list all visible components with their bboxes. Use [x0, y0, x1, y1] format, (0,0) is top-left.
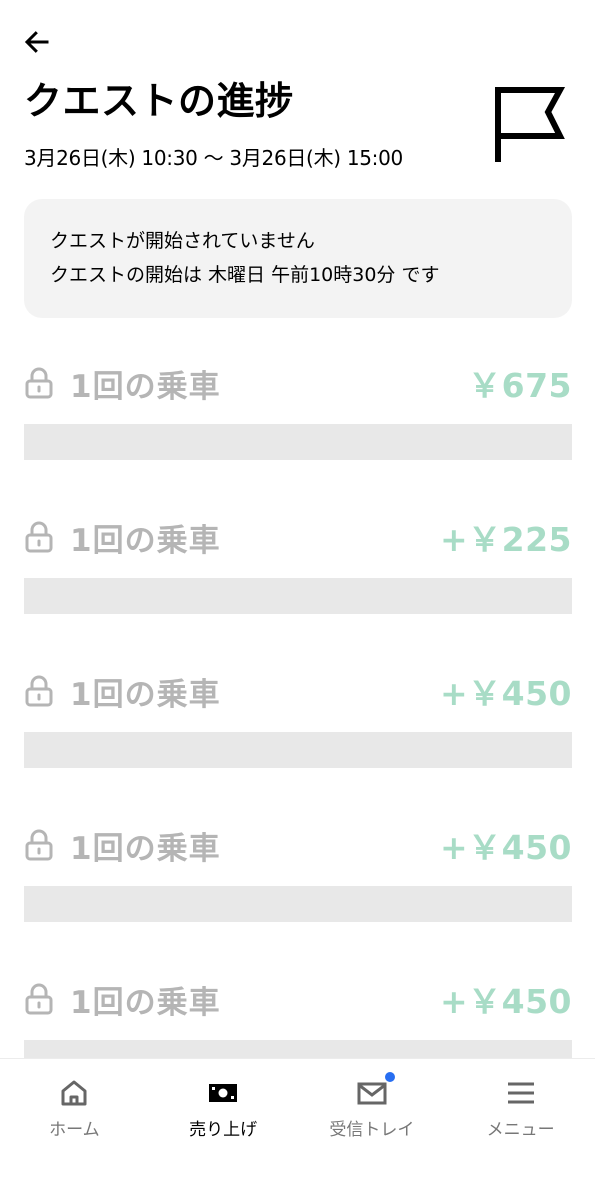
- quest-progress-bar: [24, 424, 572, 460]
- quest-progress-bar: [24, 578, 572, 614]
- quest-step-label: 1回の乗車: [70, 368, 221, 405]
- nav-item-menu[interactable]: メニュー: [446, 1059, 595, 1200]
- quest-list: 1回の乗車 ￥675 1回の乗車 +￥225 1回の乗車 +￥450 1回の乗車…: [24, 338, 572, 1108]
- bottom-nav: ホーム 売り上げ 受信トレイ メニュー: [0, 1058, 595, 1200]
- quest-step-reward: +￥225: [439, 520, 572, 559]
- lock-icon: [25, 829, 53, 861]
- nav-icon: [207, 1077, 239, 1109]
- quest-progress-bar: [24, 732, 572, 768]
- notice-start-time: クエストの開始は 木曜日 午前10時30分 です: [50, 264, 440, 286]
- home-icon: [61, 1080, 87, 1106]
- quest-step-row: 1回の乗車 +￥225: [24, 514, 572, 560]
- nav-label: ホーム: [49, 1120, 100, 1140]
- back-button[interactable]: [22, 22, 74, 62]
- quest-step-row: 1回の乗車 +￥450: [24, 668, 572, 714]
- quest-step: 1回の乗車 +￥450: [24, 646, 572, 800]
- quest-step-reward: ￥675: [468, 366, 572, 405]
- quest-step-row: 1回の乗車 ￥675: [24, 360, 572, 406]
- nav-item-inbox[interactable]: 受信トレイ: [298, 1059, 447, 1200]
- flag-icon: [495, 87, 566, 162]
- date-range: 3月26日(木) 10:30 〜 3月26日(木) 15:00: [24, 146, 403, 170]
- lock-icon: [25, 675, 53, 707]
- nav-icon: [505, 1077, 537, 1109]
- quest-step-reward: +￥450: [439, 828, 572, 867]
- quest-not-started-notice: クエストが開始されていません クエストの開始は 木曜日 午前10時30分 です: [24, 199, 572, 318]
- quest-progress-screen: クエストの進捗 3月26日(木) 10:30 〜 3月26日(木) 15:00 …: [0, 0, 595, 1200]
- quest-progress-bar: [24, 886, 572, 922]
- quest-step: 1回の乗車 +￥225: [24, 492, 572, 646]
- menu-icon: [507, 1082, 534, 1104]
- quest-step: 1回の乗車 +￥450: [24, 800, 572, 954]
- notice-title: クエストが開始されていません: [50, 230, 315, 252]
- quest-step-label: 1回の乗車: [70, 984, 221, 1021]
- nav-icon: [356, 1071, 396, 1109]
- mail-icon: [357, 1082, 387, 1105]
- quest-step-label: 1回の乗車: [70, 676, 221, 713]
- arrow-left-icon: [24, 31, 49, 53]
- nav-item-home[interactable]: ホーム: [0, 1059, 149, 1200]
- nav-icon: [58, 1077, 90, 1109]
- quest-step: 1回の乗車 ￥675: [24, 338, 572, 492]
- quest-step-row: 1回の乗車 +￥450: [24, 976, 572, 1022]
- quest-step-reward: +￥450: [439, 982, 572, 1021]
- lock-icon: [25, 367, 53, 399]
- lock-icon: [25, 521, 53, 553]
- page-title: クエストの進捗: [24, 79, 294, 123]
- quest-step-label: 1回の乗車: [70, 522, 221, 559]
- quest-step-reward: +￥450: [439, 674, 572, 713]
- nav-label: 受信トレイ: [329, 1120, 415, 1140]
- quest-step-label: 1回の乗車: [70, 830, 221, 867]
- nav-label: 売り上げ: [189, 1120, 258, 1140]
- lock-icon: [25, 983, 53, 1015]
- nav-label: メニュー: [486, 1120, 555, 1140]
- earnings-icon: [209, 1084, 238, 1102]
- quest-step-row: 1回の乗車 +￥450: [24, 822, 572, 868]
- nav-item-earnings[interactable]: 売り上げ: [149, 1059, 298, 1200]
- unread-badge-dot: [383, 1071, 396, 1083]
